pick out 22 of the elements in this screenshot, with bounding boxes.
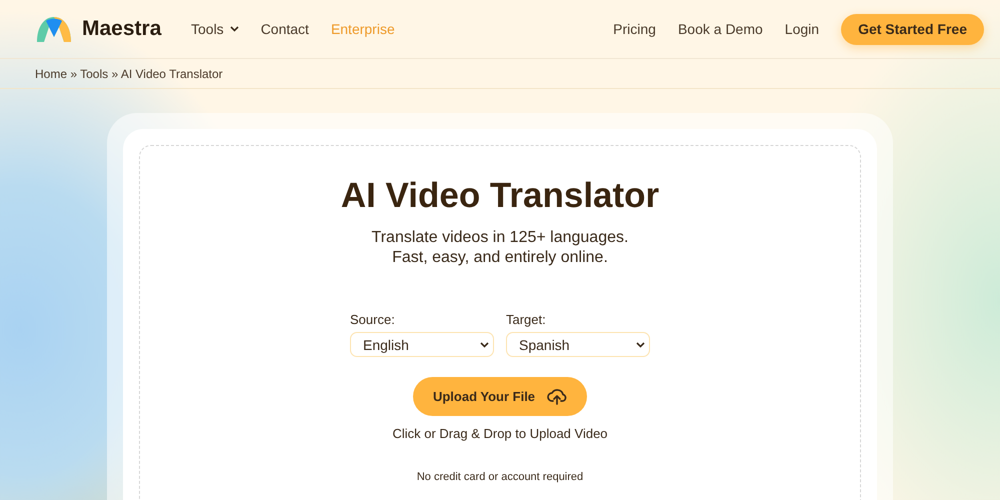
language-select[interactable]: English: [350, 332, 494, 357]
drop-zone[interactable]: [139, 145, 861, 500]
cloud-upload-icon: [547, 388, 568, 405]
nav-link[interactable]: Pricing: [613, 21, 656, 37]
upload-button[interactable]: Upload Your File: [412, 377, 588, 416]
breadcrumb: Home » Tools » AI Video Translator: [35, 66, 223, 80]
nav-link[interactable]: Contact: [260, 21, 309, 37]
chevron-down-icon: [636, 342, 645, 348]
chevron-down-icon: [480, 342, 489, 348]
select-label: Target:: [506, 312, 547, 327]
subtitle: Translate videos in 125+ languages. Fast, easy, and entirely online.: [372, 228, 628, 268]
nav-link[interactable]: Login: [784, 21, 820, 37]
upload-hint: Click or Drag & Drop to Upload Video: [392, 426, 608, 441]
get-started-button[interactable]: Get Started Free: [841, 14, 984, 44]
nav-link[interactable]: Book a Demo: [678, 21, 763, 37]
brand-name: Maestra: [82, 17, 162, 41]
logo-icon: [36, 15, 72, 43]
select-label: Source:: [350, 312, 396, 327]
note-text: No credit card or account required: [416, 471, 584, 483]
page-title: AI Video Translator: [340, 176, 660, 216]
nav-link[interactable]: Tools: [191, 21, 239, 37]
language-select[interactable]: Spanish: [506, 332, 650, 357]
